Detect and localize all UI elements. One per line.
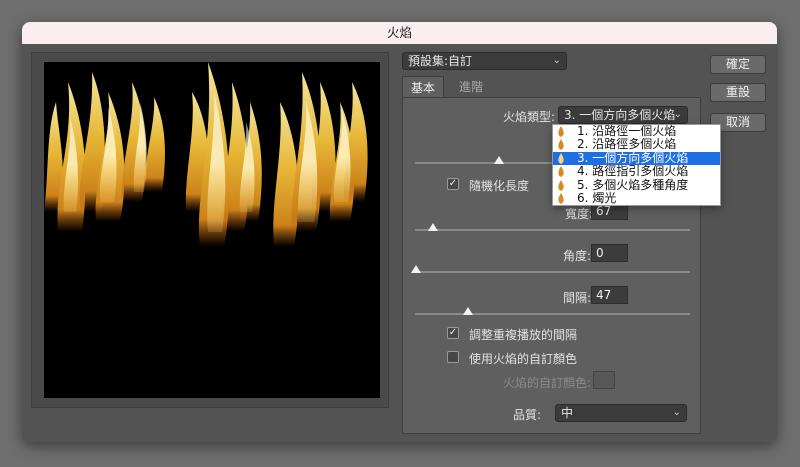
- interval-slider-thumb[interactable]: [463, 307, 473, 315]
- reset-button[interactable]: 重設: [710, 83, 766, 102]
- flame-icon: [558, 139, 564, 151]
- flame-icon: [558, 179, 564, 191]
- preview-frame: [31, 52, 389, 408]
- dialog-title: 火焰: [22, 22, 777, 44]
- width-slider-track[interactable]: [415, 229, 690, 231]
- tab-advanced[interactable]: 進階: [447, 76, 495, 98]
- flame-icon: [558, 126, 564, 137]
- interval-input[interactable]: 47: [591, 286, 628, 304]
- preset-select[interactable]: 預設集:自訂 ⌄: [402, 52, 567, 70]
- flame-icon: [558, 152, 564, 164]
- tab-basic[interactable]: 基本: [402, 76, 444, 98]
- flame-type-select[interactable]: 3. 一個方向多個火焰 ⌄: [558, 106, 688, 124]
- angle-slider-track[interactable]: [415, 271, 690, 273]
- preset-label: 預設集:: [408, 54, 449, 68]
- interval-slider-track[interactable]: [415, 313, 690, 315]
- flame-dialog: 火焰 預設集:自訂 ⌄ 基本 進階 火焰類型: 3. 一個方向多個火焰 ⌄ ✓ …: [22, 22, 777, 442]
- flame-type-label: 火焰類型:: [502, 110, 555, 124]
- flame-type-value: 3. 一個方向多個火焰: [564, 108, 676, 122]
- interval-label: 間隔:: [562, 291, 591, 305]
- flame-preview-graphic: [44, 62, 368, 247]
- custom-color-checkbox[interactable]: [447, 351, 459, 363]
- quality-value: 中: [561, 406, 574, 420]
- flame-type-dropdown: 1. 沿路徑一個火焰 2. 沿路徑多個火焰 3. 一個方向多個火焰 4. 路徑指…: [552, 124, 721, 206]
- randomize-length-checkbox[interactable]: ✓: [447, 178, 459, 190]
- chevron-down-icon: ⌄: [552, 55, 561, 66]
- angle-slider-thumb[interactable]: [411, 265, 421, 273]
- angle-label: 角度:: [562, 249, 591, 263]
- chevron-down-icon: ⌄: [672, 407, 681, 418]
- flame-length-slider-thumb[interactable]: [494, 156, 504, 164]
- angle-input[interactable]: 0: [591, 244, 628, 262]
- chevron-down-icon: ⌄: [673, 109, 682, 120]
- custom-color-swatch[interactable]: [593, 371, 615, 389]
- preset-value: 自訂: [448, 54, 473, 68]
- width-slider-thumb[interactable]: [428, 223, 438, 231]
- flame-preview: [44, 62, 380, 398]
- flame-icon: [558, 192, 564, 204]
- width-label: 寬度:: [564, 207, 593, 221]
- quality-select[interactable]: 中 ⌄: [555, 404, 687, 422]
- quality-label: 品質:: [512, 408, 541, 422]
- checkmark-icon: ✓: [448, 327, 458, 338]
- flame-icon: [558, 166, 564, 178]
- flame-type-option[interactable]: 2. 沿路徑多個火焰: [553, 138, 720, 151]
- adjust-interval-label: 調整重複播放的間隔: [469, 328, 578, 342]
- ok-button[interactable]: 確定: [710, 55, 766, 74]
- checkmark-icon: ✓: [448, 178, 458, 189]
- flame-type-option[interactable]: 6. 燭光: [553, 191, 720, 205]
- adjust-interval-checkbox[interactable]: ✓: [447, 327, 459, 339]
- flame-type-option[interactable]: 5. 多個火焰多種角度: [553, 178, 720, 192]
- flame-type-option[interactable]: 4. 路徑指引多個火焰: [553, 164, 720, 178]
- custom-color-label: 使用火焰的自訂顏色: [469, 352, 578, 366]
- custom-color-field-label: 火焰的自訂顏色:: [502, 376, 591, 390]
- randomize-length-label: 隨機化長度: [469, 179, 530, 193]
